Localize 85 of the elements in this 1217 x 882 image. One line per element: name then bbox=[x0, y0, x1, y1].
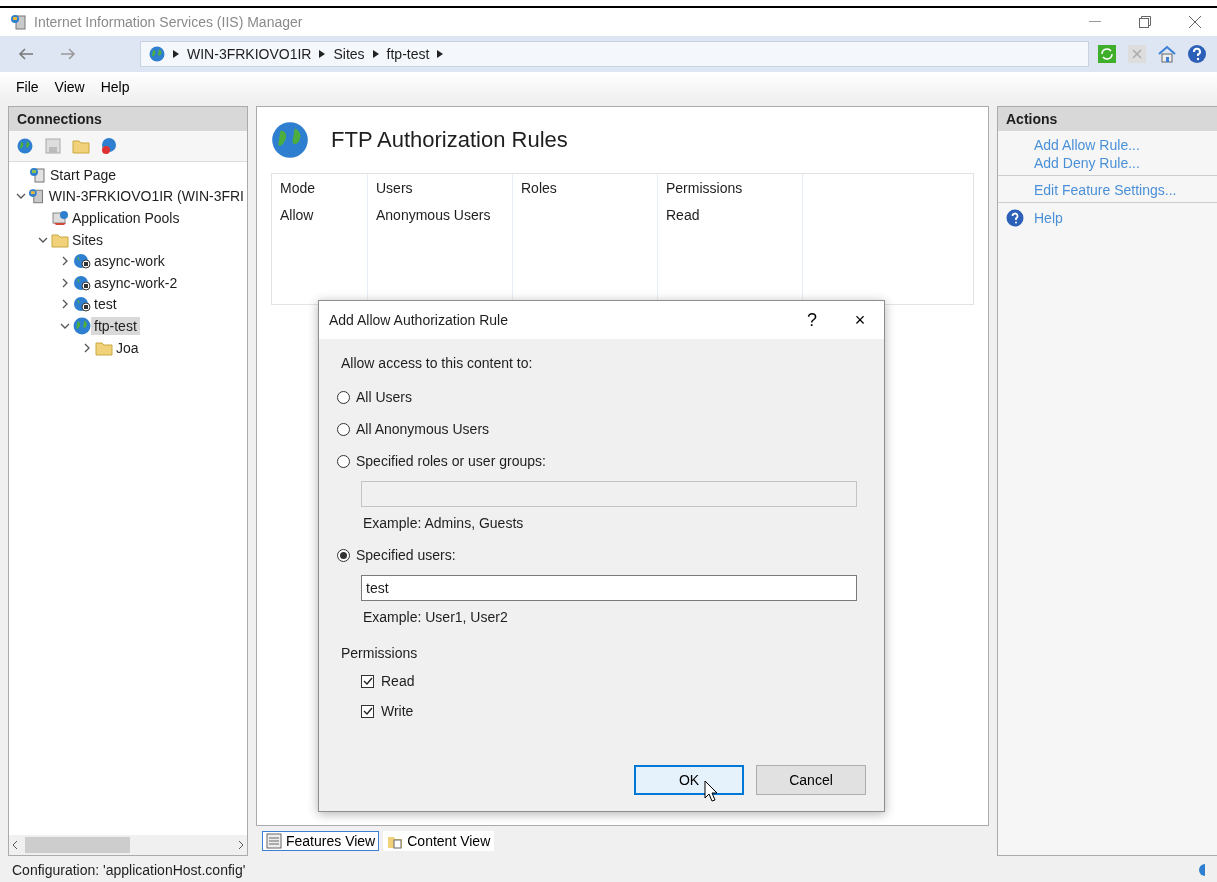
checkbox[interactable] bbox=[361, 674, 374, 688]
mouse-pointer-icon bbox=[704, 780, 718, 802]
table-cell-text: Read bbox=[666, 207, 701, 223]
globe-icon bbox=[73, 316, 91, 335]
sites-folder-icon bbox=[51, 231, 69, 248]
example-hint: Example: Admins, Guests bbox=[363, 515, 525, 531]
menu-item[interactable]: View bbox=[48, 77, 91, 97]
restore-icon bbox=[1139, 16, 1151, 28]
menu-item[interactable]: File bbox=[10, 77, 45, 97]
dialog-button[interactable]: OK bbox=[634, 765, 744, 795]
dialog-title: Add Allow Authorization Rule bbox=[329, 312, 509, 328]
expand-chevron-icon bbox=[60, 256, 70, 267]
text-field[interactable]: test bbox=[361, 575, 857, 601]
tree-item[interactable]: ftp-test bbox=[91, 316, 140, 335]
dialog-button[interactable]: Cancel bbox=[756, 765, 866, 795]
radio-button[interactable] bbox=[337, 454, 350, 468]
dialog-prompt: Allow access to this content to: bbox=[341, 355, 534, 371]
radio-button[interactable] bbox=[337, 390, 350, 404]
tree-item[interactable]: Sites bbox=[69, 230, 107, 249]
group-label: Permissions bbox=[341, 645, 419, 661]
site-icon bbox=[73, 274, 91, 291]
window-title: Internet Information Services (IIS) Manager bbox=[34, 14, 304, 30]
site-icon bbox=[73, 253, 91, 270]
help-button[interactable]: ? bbox=[788, 301, 836, 339]
address-bar[interactable]: WIN-3FRKIOVO1IR Sites ftp-test bbox=[140, 41, 1089, 67]
folder-icon bbox=[72, 138, 90, 154]
globe-icon bbox=[149, 46, 165, 62]
tree-item[interactable]: async-work bbox=[91, 252, 168, 271]
breadcrumb-arrow-icon bbox=[437, 50, 444, 58]
radio-option[interactable]: All Anonymous Users bbox=[337, 421, 864, 437]
column-header[interactable]: Mode bbox=[280, 180, 359, 196]
globe-icon bbox=[271, 121, 309, 159]
expand-chevron-icon bbox=[60, 299, 70, 310]
tree-item[interactable]: Start Page bbox=[47, 165, 120, 184]
breadcrumb-arrow-icon bbox=[319, 50, 326, 58]
horizontal-scrollbar[interactable] bbox=[9, 835, 247, 855]
feature-title: FTP Authorization Rules bbox=[331, 127, 568, 153]
breadcrumb[interactable]: ftp-test bbox=[386, 46, 430, 62]
checkbox-option[interactable]: Write bbox=[361, 703, 864, 719]
radio-button[interactable] bbox=[337, 548, 350, 562]
folder-icon bbox=[95, 339, 113, 356]
back-arrow-icon bbox=[18, 48, 34, 60]
tree-item[interactable]: async-work-2 bbox=[91, 273, 181, 292]
server-icon bbox=[10, 14, 28, 30]
refresh-button[interactable] bbox=[1095, 42, 1119, 66]
status-text: Configuration: 'applicationHost.config' bbox=[12, 862, 246, 878]
breadcrumb-arrow-icon bbox=[372, 50, 379, 58]
site-icon bbox=[73, 296, 91, 313]
column-header[interactable]: Roles bbox=[521, 180, 649, 196]
breadcrumb[interactable]: Sites bbox=[333, 46, 365, 62]
expand-chevron-icon bbox=[60, 277, 70, 288]
view-tab[interactable]: Features View bbox=[262, 831, 380, 851]
expand-chevron-icon bbox=[82, 342, 92, 353]
forward-arrow-icon bbox=[60, 48, 76, 60]
close-button[interactable]: × bbox=[836, 301, 884, 339]
table-cell-text: Anonymous Users bbox=[376, 207, 492, 223]
panel-title: Actions bbox=[998, 107, 1217, 131]
tree-item[interactable]: test bbox=[91, 295, 120, 314]
checkbox[interactable] bbox=[361, 704, 374, 718]
help-icon bbox=[1006, 209, 1024, 227]
list-view-icon bbox=[266, 833, 282, 849]
radio-button[interactable] bbox=[337, 422, 350, 436]
app-pool-icon bbox=[51, 210, 69, 226]
radio-option[interactable]: All Users bbox=[337, 389, 864, 405]
globe-icon bbox=[17, 138, 33, 154]
radio-option[interactable]: Specified roles or user groups: bbox=[337, 453, 864, 469]
example-hint: Example: User1, User2 bbox=[363, 609, 509, 625]
checkbox-option[interactable]: Read bbox=[361, 673, 864, 689]
panel-title: Connections bbox=[9, 107, 247, 131]
minimize-icon bbox=[1089, 21, 1101, 23]
radio-option[interactable]: Specified users: bbox=[337, 547, 864, 563]
menu-item[interactable]: Help bbox=[94, 77, 136, 97]
view-tab[interactable]: Content View bbox=[383, 831, 495, 851]
tree-item[interactable]: WIN-3FRKIOVO1IR (WIN-3FRI bbox=[45, 187, 247, 206]
tree-item[interactable]: Application Pools bbox=[69, 209, 183, 227]
breadcrumb-arrow-icon bbox=[173, 50, 179, 58]
table-cell-text: Allow bbox=[280, 207, 315, 223]
help-button[interactable] bbox=[1185, 42, 1209, 66]
column-header[interactable]: Permissions bbox=[666, 180, 794, 196]
tree-item[interactable]: Joa bbox=[113, 338, 142, 357]
server-icon bbox=[28, 188, 46, 205]
breadcrumb[interactable]: WIN-3FRKIOVO1IR bbox=[187, 46, 312, 62]
close-icon bbox=[1189, 16, 1201, 28]
column-header[interactable]: Users bbox=[376, 180, 504, 196]
server-icon bbox=[29, 166, 47, 183]
